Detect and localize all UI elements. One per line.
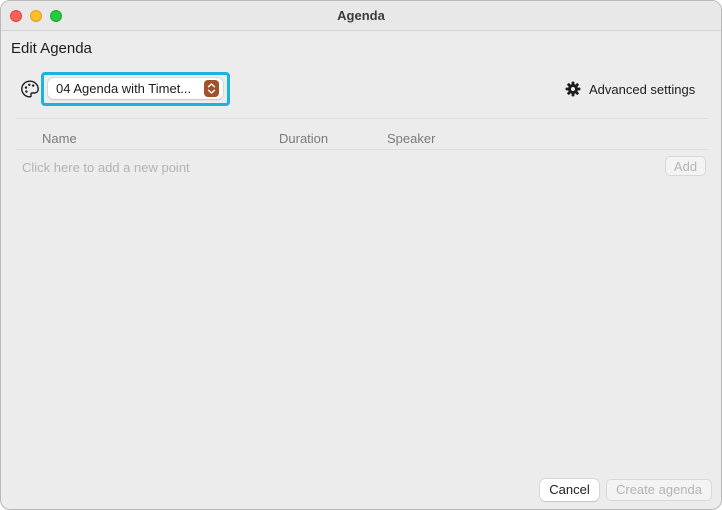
cancel-label: Cancel — [549, 482, 590, 497]
column-header-speaker[interactable]: Speaker — [387, 131, 435, 146]
create-agenda-button[interactable]: Create agenda — [606, 479, 712, 501]
advanced-settings-label: Advanced settings — [589, 82, 696, 97]
toolbar-divider — [16, 118, 708, 119]
template-select[interactable]: 04 Agenda with Timet... — [48, 78, 223, 99]
template-select-value: 04 Agenda with Timet... — [56, 81, 192, 96]
header-divider — [16, 149, 708, 150]
page-title: Edit Agenda — [11, 40, 92, 57]
column-header-name[interactable]: Name — [42, 131, 77, 146]
chevron-up-down-icon — [204, 80, 219, 97]
cancel-button[interactable]: Cancel — [540, 479, 599, 501]
window-title: Agenda — [337, 8, 385, 23]
column-header-duration[interactable]: Duration — [279, 131, 328, 146]
add-point-button[interactable]: Add — [665, 156, 706, 176]
add-point-label: Add — [673, 159, 698, 174]
gear-icon — [565, 81, 581, 97]
create-agenda-label: Create agenda — [615, 482, 702, 497]
title-bar: Agenda — [1, 1, 721, 31]
new-point-input[interactable]: Click here to add a new point — [22, 160, 190, 175]
agenda-window: Agenda Edit Agenda 04 Agenda with Timet.… — [0, 0, 722, 510]
palette-icon[interactable] — [20, 79, 40, 99]
